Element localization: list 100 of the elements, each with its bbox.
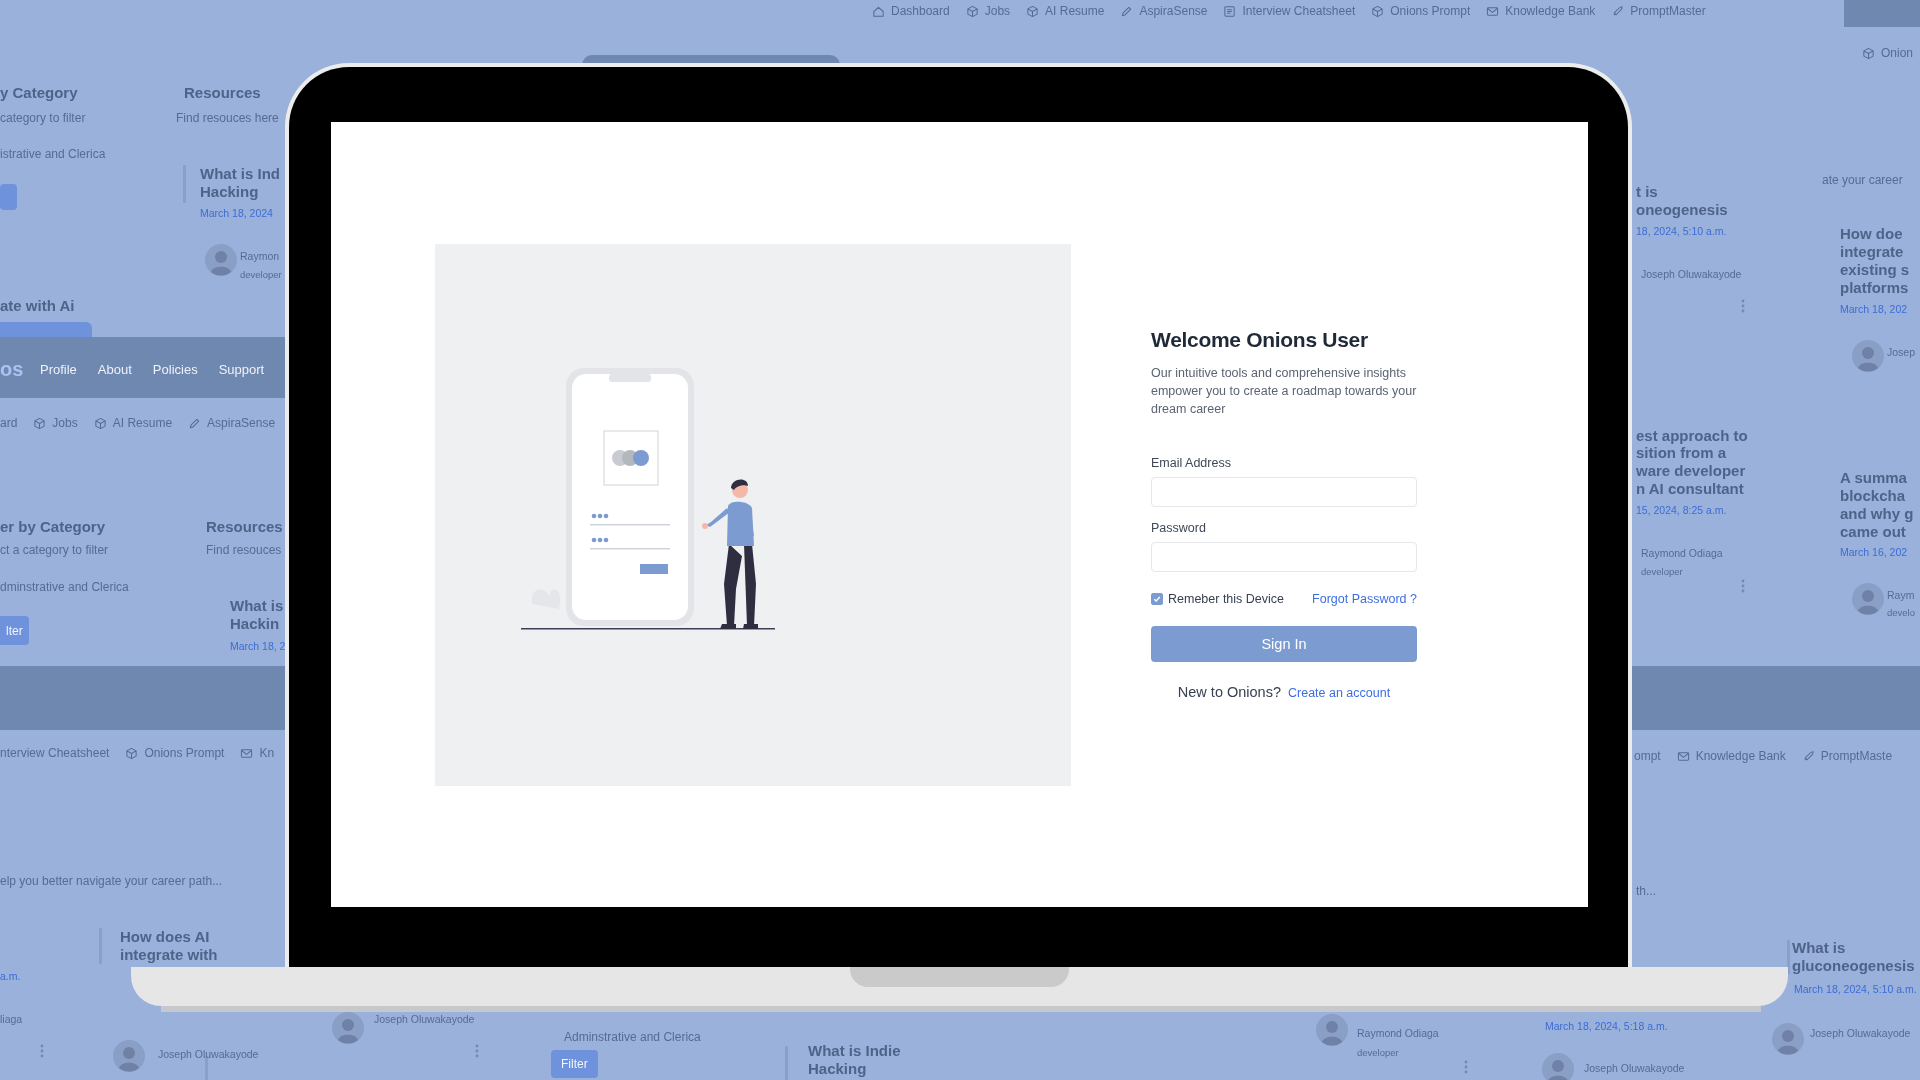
create-account-link[interactable]: Create an account	[1288, 686, 1391, 700]
cube-icon	[125, 746, 139, 760]
cube-icon	[93, 416, 107, 430]
avatar	[205, 244, 237, 276]
card-title: What is	[230, 597, 284, 615]
nav-link[interactable]: Kn	[240, 746, 275, 760]
nav-link[interactable]: Onions Prompt	[1371, 4, 1471, 18]
nav-link[interactable]: AI Resume	[1026, 4, 1105, 18]
author-name: Raymon	[240, 250, 280, 262]
more-icon[interactable]	[40, 1044, 44, 1058]
card-title: sition from a	[1636, 444, 1726, 462]
nav-link[interactable]: ompt	[1634, 749, 1661, 763]
nav-link[interactable]: Profile	[40, 362, 77, 377]
card-title: est approach to	[1636, 427, 1748, 445]
more-icon[interactable]	[1464, 1060, 1468, 1074]
card-title: Hacking	[200, 183, 259, 201]
avatar	[1772, 1023, 1804, 1055]
nav-link[interactable]: PromptMaste	[1801, 749, 1893, 763]
email-field[interactable]	[1151, 477, 1417, 507]
date-text: 15, 2024, 8:25 a.m.	[1636, 504, 1727, 516]
author-name: Joseph Oluwakayode	[374, 1013, 475, 1025]
nav-link[interactable]: Interview Cheatsheet	[1223, 4, 1356, 18]
nav-link[interactable]: PromptMaster	[1611, 4, 1706, 18]
nav-link[interactable]: Onions Prompt	[125, 746, 225, 760]
intro-text: Our intuitive tools and comprehensive insights empower you to create a roadmap towards your dream career	[1151, 365, 1417, 418]
card-title: integrate with	[120, 946, 218, 964]
nav-link[interactable]: About	[97, 362, 132, 377]
card-title: Hackin	[230, 615, 280, 633]
nav-link[interactable]: Jobs	[33, 416, 78, 430]
avatar	[113, 1040, 145, 1072]
date-text: March 18, 2024, 5:10 a.m.	[1794, 983, 1917, 995]
date-text: March 16, 202	[1840, 546, 1908, 558]
signup-prompt: New to Onions?	[1177, 684, 1281, 700]
cube-icon	[1026, 4, 1040, 18]
author-name: Raymond Odiaga	[1641, 547, 1723, 559]
welcome-title: Welcome Onions User	[1151, 328, 1369, 352]
field-label: Password	[1151, 521, 1207, 535]
filter-button[interactable]: Filter	[551, 1050, 598, 1078]
forgot-password-link[interactable]: Forgot Password ?	[1312, 592, 1417, 606]
nav-link[interactable]: Support	[218, 362, 265, 377]
card-title: What is	[1792, 939, 1846, 957]
nav-link[interactable]: Knowledge Bank	[1486, 4, 1596, 18]
card-title: t is	[1636, 183, 1658, 201]
cube-icon	[1862, 46, 1875, 60]
nav-link[interactable]: AspiraSense	[188, 416, 276, 430]
avatar	[332, 1012, 364, 1044]
nav-link[interactable]: Dashboard	[872, 4, 950, 18]
description-text: Adminstrative and Clerica	[564, 1030, 701, 1044]
nav-link[interactable]: Knowledge Bank	[1676, 749, 1786, 763]
card-title: Resources	[184, 84, 261, 102]
card-title: gluconeogenesis	[1792, 957, 1915, 975]
description-text: Find resouces here	[176, 111, 279, 125]
nav-link[interactable]: nterview Cheatsheet	[0, 746, 110, 760]
more-icon[interactable]	[1741, 299, 1745, 313]
avatar	[1852, 340, 1884, 372]
date-text: a.m.	[0, 970, 21, 982]
date-text: 18, 2024, 5:10 a.m.	[1636, 225, 1727, 237]
date-text: March 18, 2024	[200, 207, 273, 219]
password-field[interactable]	[1151, 542, 1417, 572]
card-title: integrate	[1840, 243, 1904, 261]
card-title: blockcha	[1840, 487, 1906, 505]
checkbox-label[interactable]: Remeber this Device	[1168, 592, 1284, 606]
description-text: Find resouces	[206, 543, 282, 557]
card-title: A summa	[1840, 469, 1907, 487]
sign-in-button[interactable]: Sign In	[1151, 626, 1417, 662]
nav-link[interactable]: AI Resume	[93, 416, 173, 430]
nav-link[interactable]: Onion	[1862, 46, 1914, 60]
more-icon[interactable]	[475, 1044, 479, 1058]
more-icon[interactable]	[1741, 579, 1745, 593]
nav-link[interactable]: ard	[0, 416, 18, 430]
button[interactable]	[0, 322, 92, 337]
description-text: ate your career	[1822, 173, 1903, 187]
author-role: develo	[1887, 607, 1915, 618]
author-name: Joseph Oluwakayode	[1584, 1062, 1685, 1074]
card-title: n AI consultant	[1636, 480, 1744, 498]
mail-icon	[240, 746, 254, 760]
logo-text[interactable]: os	[0, 358, 40, 381]
avatar	[1316, 1014, 1348, 1046]
filter-button[interactable]: lter	[0, 616, 29, 645]
button[interactable]	[0, 184, 17, 210]
author-role: developer	[1641, 566, 1683, 577]
nav-link[interactable]: Policies	[152, 362, 198, 377]
nav-link[interactable]: Jobs	[965, 4, 1011, 18]
card-title: How doe	[1840, 225, 1903, 243]
home-icon	[872, 4, 885, 18]
description-text: istrative and Clerica	[0, 147, 106, 161]
author-name: Josep	[1887, 346, 1916, 358]
card-title: ware developer	[1636, 462, 1746, 480]
author-name: Joseph Oluwakayode	[158, 1048, 259, 1060]
card-title: existing s	[1840, 261, 1910, 279]
description-text: ct a category to filter	[0, 543, 109, 557]
checkbox[interactable]	[1151, 593, 1163, 605]
mail-icon	[1486, 4, 1500, 18]
author-name: Raym	[1887, 589, 1915, 601]
mail-icon	[1676, 749, 1690, 763]
avatar	[1542, 1053, 1574, 1080]
card-title: What is Ind	[200, 165, 280, 183]
author-name: Joseph Oluwakayode	[1641, 268, 1742, 280]
nav-link[interactable]: AspiraSense	[1120, 4, 1208, 18]
author-name: Raymond Odiaga	[1357, 1027, 1439, 1039]
